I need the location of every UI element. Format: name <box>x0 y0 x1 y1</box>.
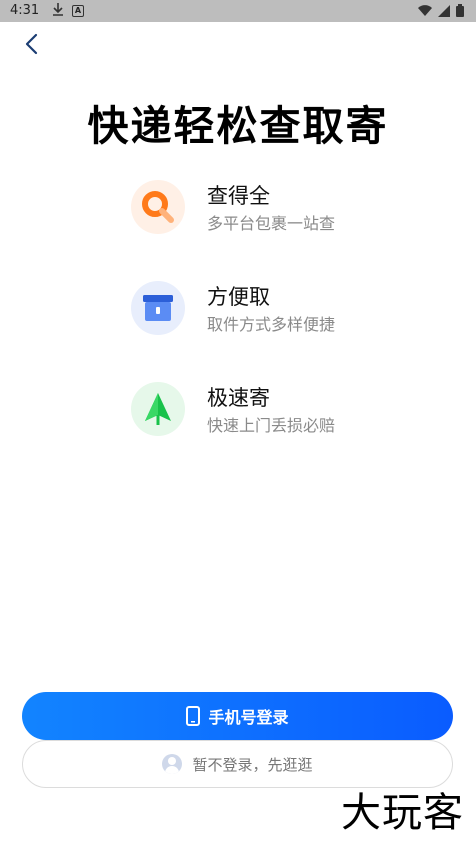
battery-icon <box>456 4 464 17</box>
phone-login-label: 手机号登录 <box>208 708 289 727</box>
wifi-icon <box>418 4 432 16</box>
feature-desc: 多平台包裹一站查 <box>207 214 336 233</box>
status-bar: 4:31 A <box>0 0 476 22</box>
feature-title: 极速寄 <box>207 386 270 410</box>
status-icons <box>418 4 464 17</box>
download-icon <box>52 2 64 20</box>
phone-login-button[interactable]: 手机号登录 <box>22 692 453 740</box>
feature-desc: 快速上门丢损必赔 <box>207 416 336 435</box>
send-icon <box>145 393 171 425</box>
feature-title: 查得全 <box>207 184 270 208</box>
locker-icon <box>143 295 173 321</box>
status-time: 4:31 <box>10 3 40 18</box>
feature-item-pickup: 方便取 取件方式多样便捷 <box>131 281 431 337</box>
feature-desc: 取件方式多样便捷 <box>207 315 336 334</box>
phone-icon <box>186 706 201 726</box>
feature-item-send: 极速寄 快速上门丢损必赔 <box>131 382 431 438</box>
feature-title: 方便取 <box>207 285 270 309</box>
feature-icon-circle <box>131 382 185 436</box>
feature-icon-circle <box>131 180 185 234</box>
feature-item-search: 查得全 多平台包裹一站查 <box>131 180 431 236</box>
search-icon <box>142 191 174 223</box>
feature-icon-circle <box>131 281 185 335</box>
app-notification-icon: A <box>72 5 84 17</box>
chevron-left-icon <box>25 33 38 55</box>
avatar-icon <box>162 754 183 774</box>
page-title: 快递轻松查取寄 <box>87 102 389 150</box>
back-button[interactable] <box>20 32 44 56</box>
watermark: 大玩客 <box>341 790 464 836</box>
skip-login-label: 暂不登录，先逛逛 <box>192 755 313 774</box>
signal-icon <box>438 4 450 17</box>
